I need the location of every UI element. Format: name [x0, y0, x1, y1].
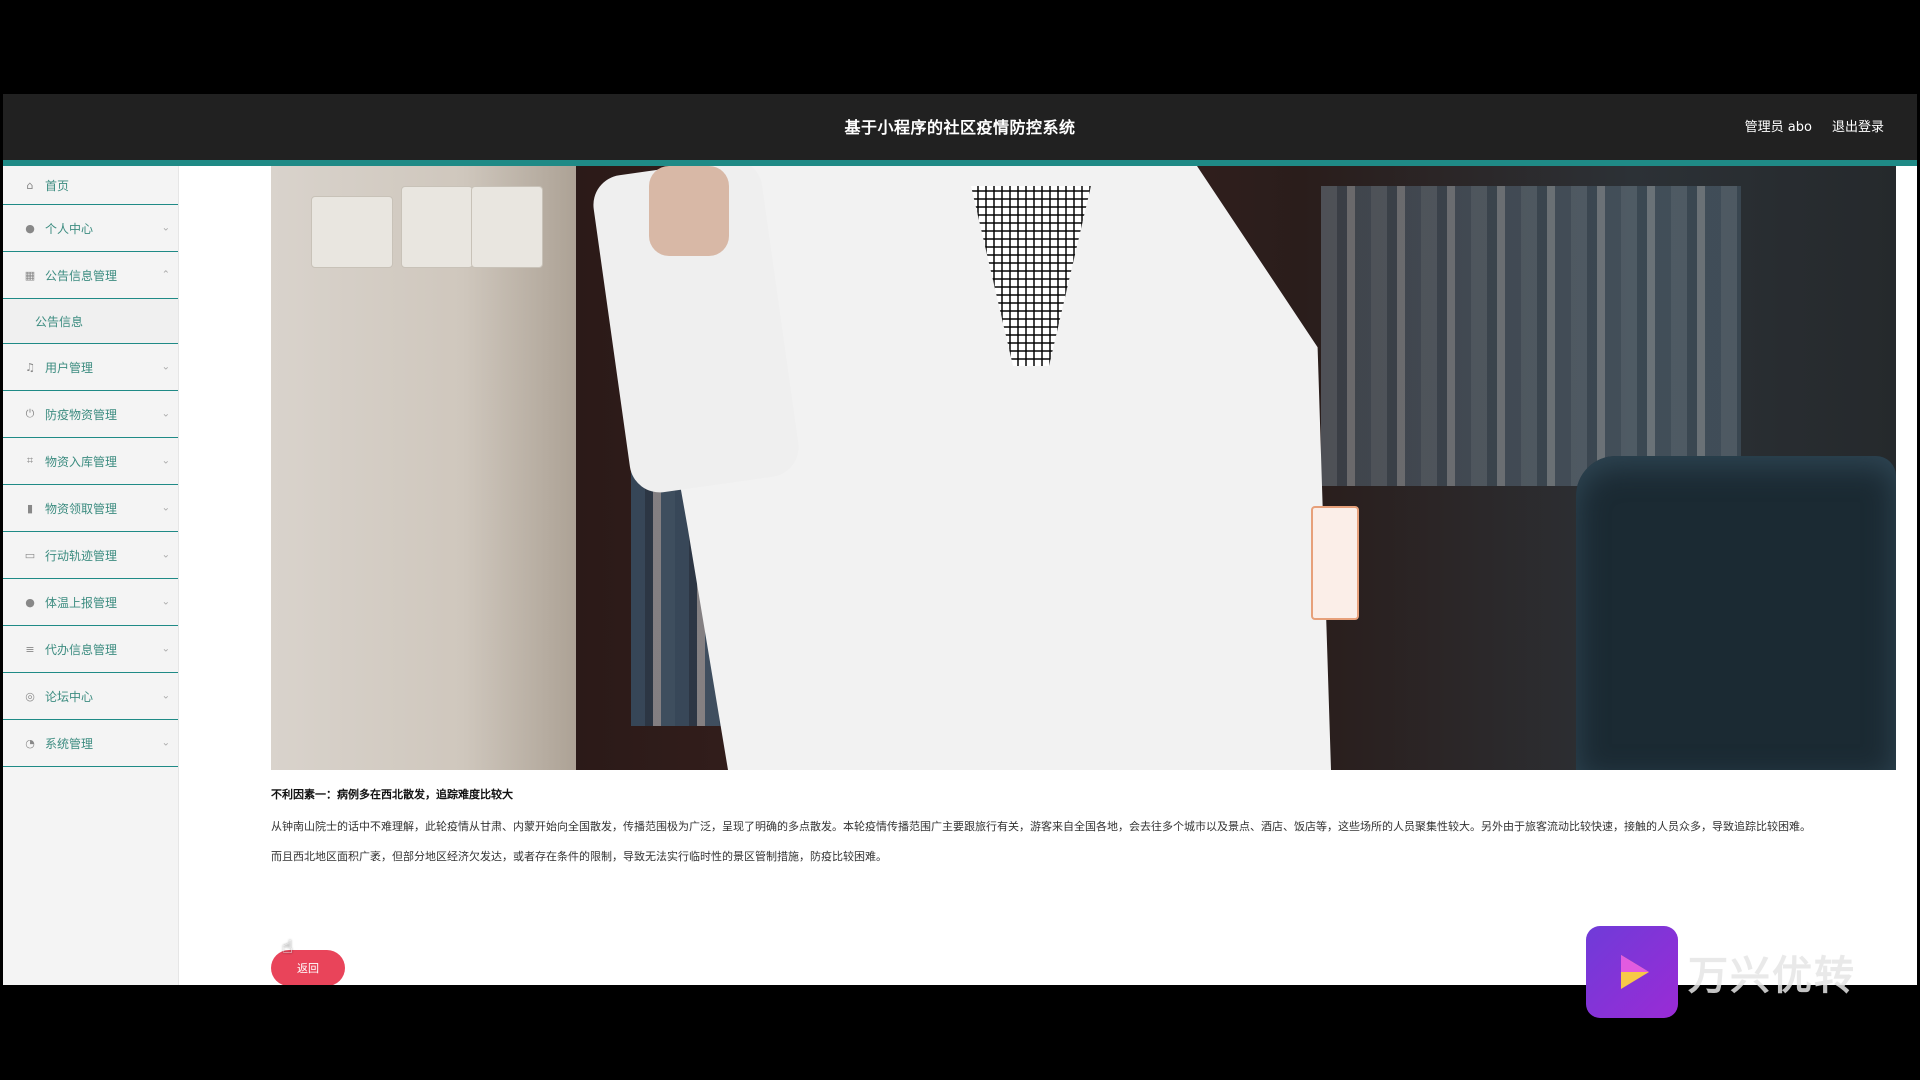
chevron-down-icon: ⌄ — [161, 502, 170, 514]
sidebar-item-stock-in-management[interactable]: ⌗ 物资入库管理 ⌄ — [3, 438, 178, 485]
user-area: 管理员 abo 退出登录 — [1745, 116, 1884, 135]
sidebar-item-label: 首页 — [45, 178, 70, 193]
logout-link[interactable]: 退出登录 — [1832, 116, 1884, 135]
sidebar-item-trajectory-management[interactable]: ▭ 行动轨迹管理 ⌄ — [3, 532, 178, 579]
article-paragraph: 而且西北地区面积广袤，但部分地区经济欠发达，或者存在条件的限制，导致无法实行临时… — [271, 850, 887, 863]
user-icon: ● — [25, 595, 35, 609]
sidebar-item-supplies-management[interactable]: ⏻ 防疫物资管理 ⌄ — [3, 391, 178, 438]
compass-icon: ◎ — [25, 689, 35, 703]
sidebar-item-label: 论坛中心 — [45, 689, 94, 704]
chevron-up-icon: ⌃ — [161, 269, 170, 281]
power-icon: ⏻ — [25, 407, 35, 420]
watermark-text: 万兴优转 — [1688, 953, 1856, 999]
message-icon: ▭ — [24, 548, 36, 562]
sidebar-item-personal-center[interactable]: ● 个人中心 ⌄ — [3, 205, 178, 252]
crop-icon: ⌗ — [26, 454, 34, 467]
main-content: 不利因素一：病例多在西北散发，追踪难度比较大 从钟南山院士的话中不难理解，此轮疫… — [179, 166, 1917, 985]
sidebar-item-collection-management[interactable]: ▮ 物资领取管理 ⌄ — [3, 485, 178, 532]
user-icon: ● — [25, 221, 35, 235]
admin-user-label[interactable]: 管理员 abo — [1745, 116, 1812, 135]
list-icon: ≡ — [25, 642, 35, 656]
chevron-down-icon: ⌄ — [161, 408, 170, 420]
sidebar-item-label: 代办信息管理 — [45, 642, 118, 657]
chevron-down-icon: ⌄ — [161, 455, 170, 467]
sidebar-item-label: 体温上报管理 — [45, 595, 118, 610]
sidebar-item-user-management[interactable]: ♫ 用户管理 ⌄ — [3, 344, 178, 391]
mic-icon: ♫ — [25, 360, 35, 374]
article-paragraph: 从钟南山院士的话中不难理解，此轮疫情从甘肃、内蒙开始向全国散发，传播范围极为广泛… — [271, 820, 1811, 833]
sidebar-item-label: 行动轨迹管理 — [45, 548, 118, 563]
sidebar-item-label: 物资领取管理 — [45, 501, 118, 516]
sidebar: ⌂ 首页 ● 个人中心 ⌄ ▦ 公告信息管理 ⌃ 公告信息 ♫ 用户管理 ⌄ ⏻… — [3, 166, 179, 985]
sidebar-item-home[interactable]: ⌂ 首页 — [3, 166, 178, 205]
sidebar-subitem-notice-info[interactable]: 公告信息 — [3, 299, 178, 344]
sidebar-item-label: 防疫物资管理 — [45, 407, 118, 422]
app-title: 基于小程序的社区疫情防控系统 — [844, 118, 1076, 137]
chevron-down-icon: ⌄ — [161, 361, 170, 373]
sidebar-item-forum-center[interactable]: ◎ 论坛中心 ⌄ — [3, 673, 178, 720]
chevron-down-icon: ⌄ — [161, 222, 170, 234]
article-body: 不利因素一：病例多在西北散发，追踪难度比较大 从钟南山院士的话中不难理解，此轮疫… — [271, 786, 1891, 872]
sidebar-item-label: 系统管理 — [45, 736, 94, 751]
sidebar-item-notice-management[interactable]: ▦ 公告信息管理 ⌃ — [3, 252, 178, 299]
article-photo — [271, 166, 1896, 770]
bar-chart-icon: ▮ — [26, 501, 34, 515]
sidebar-item-label: 用户管理 — [45, 360, 94, 375]
mouse-cursor-icon: ☝ — [282, 937, 293, 958]
app-window: 基于小程序的社区疫情防控系统 管理员 abo 退出登录 ⌂ 首页 ● 个人中心 … — [3, 94, 1917, 985]
chevron-down-icon: ⌄ — [161, 690, 170, 702]
notice-icon: ▦ — [24, 268, 36, 282]
sidebar-item-todo-management[interactable]: ≡ 代办信息管理 ⌄ — [3, 626, 178, 673]
top-bar: 基于小程序的社区疫情防控系统 管理员 abo 退出登录 — [3, 94, 1917, 166]
home-icon: ⌂ — [26, 178, 34, 192]
chevron-down-icon: ⌄ — [161, 596, 170, 608]
chevron-down-icon: ⌄ — [161, 737, 170, 749]
clock-icon: ◔ — [25, 736, 35, 750]
sidebar-item-system-management[interactable]: ◔ 系统管理 ⌄ — [3, 720, 178, 767]
sidebar-item-temperature-management[interactable]: ● 体温上报管理 ⌄ — [3, 579, 178, 626]
sidebar-subitem-label: 公告信息 — [35, 314, 84, 329]
chevron-down-icon: ⌄ — [161, 643, 170, 655]
sidebar-item-label: 公告信息管理 — [45, 268, 118, 283]
watermark: 万兴优转 — [1586, 926, 1856, 1018]
article-heading: 不利因素一：病例多在西北散发，追踪难度比较大 — [271, 788, 513, 801]
chevron-down-icon: ⌄ — [161, 549, 170, 561]
sidebar-item-label: 个人中心 — [45, 221, 94, 236]
sidebar-item-label: 物资入库管理 — [45, 454, 118, 469]
play-logo-icon — [1586, 926, 1678, 1018]
